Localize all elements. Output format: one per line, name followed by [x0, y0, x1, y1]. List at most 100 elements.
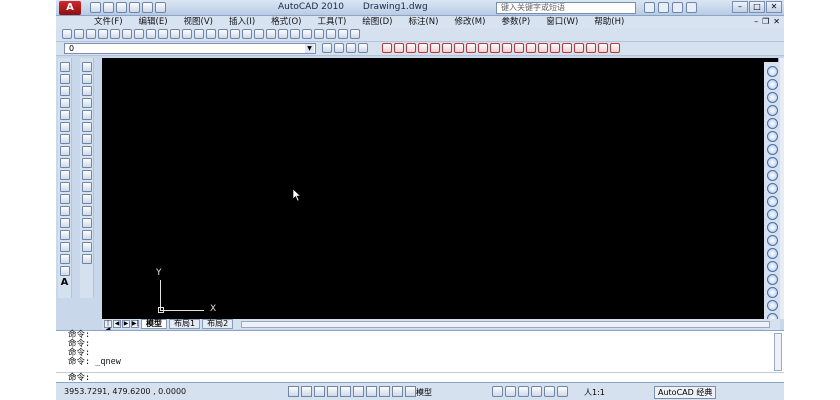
prev-tab-icon[interactable]: ◀ [113, 320, 121, 328]
3d-publish-icon[interactable] [134, 29, 144, 39]
undo-icon[interactable] [142, 2, 153, 13]
match-properties-icon[interactable] [182, 29, 192, 39]
polygon-icon[interactable] [59, 98, 70, 108]
snap-tool-icon[interactable] [766, 105, 778, 116]
grid-display-icon[interactable] [301, 386, 312, 397]
diameter-dim-icon[interactable] [454, 43, 464, 53]
copy-object-icon[interactable] [81, 74, 92, 84]
extend-icon[interactable] [81, 182, 92, 192]
close-button[interactable]: ✕ [766, 1, 782, 13]
pan-icon[interactable] [230, 29, 240, 39]
zoom-window-icon[interactable] [254, 29, 264, 39]
properties-icon[interactable] [278, 29, 288, 39]
quick-view-layouts-icon[interactable] [492, 386, 503, 397]
multiline-text-icon[interactable]: A [60, 278, 70, 288]
undo-icon[interactable] [206, 29, 216, 39]
binoculars-icon[interactable] [644, 2, 655, 13]
snap-tool-icon[interactable] [766, 274, 778, 285]
workspace-switch[interactable]: AutoCAD 经典 [654, 386, 717, 399]
zoom-previous-icon[interactable] [266, 29, 276, 39]
preview-icon[interactable] [110, 29, 120, 39]
snap-tool-icon[interactable] [766, 196, 778, 207]
maximize-button[interactable]: □ [749, 1, 765, 13]
command-scrollbar[interactable] [774, 333, 782, 371]
open-icon[interactable] [103, 2, 114, 13]
revcloud-icon[interactable] [59, 146, 70, 156]
snap-tool-icon[interactable] [766, 209, 778, 220]
markup-icon[interactable] [326, 29, 336, 39]
dim-text-edit-icon[interactable] [574, 43, 584, 53]
menu-modify[interactable]: 修改(M) [454, 16, 485, 28]
explode-icon[interactable] [81, 254, 92, 264]
make-block-icon[interactable] [59, 206, 70, 216]
dynamic-input-icon[interactable] [392, 386, 403, 397]
new-icon[interactable] [90, 2, 101, 13]
arc-length-icon[interactable] [406, 43, 416, 53]
zoom-icon[interactable] [531, 386, 542, 397]
break-icon[interactable] [81, 206, 92, 216]
menu-tools[interactable]: 工具(T) [317, 16, 346, 28]
snap-tool-icon[interactable] [766, 183, 778, 194]
minimize-button[interactable]: – [732, 1, 748, 13]
linear-dim-icon[interactable] [382, 43, 392, 53]
hatch-icon[interactable] [59, 230, 70, 240]
snap-tool-icon[interactable] [766, 170, 778, 181]
quick-view-drawings-icon[interactable] [505, 386, 516, 397]
menu-parametric[interactable]: 参数(P) [501, 16, 530, 28]
circle-icon[interactable] [59, 134, 70, 144]
open-icon[interactable] [74, 29, 84, 39]
snap-tool-icon[interactable] [766, 235, 778, 246]
gradient-icon[interactable] [59, 242, 70, 252]
magnet-icon[interactable] [610, 43, 620, 53]
table-icon[interactable] [59, 266, 70, 276]
save-icon[interactable] [116, 2, 127, 13]
construction-line-icon[interactable] [59, 74, 70, 84]
showmotion-icon[interactable] [557, 386, 568, 397]
steering-wheel-icon[interactable] [544, 386, 555, 397]
layer-unisolate-icon[interactable] [358, 43, 368, 53]
break-at-point-icon[interactable] [81, 194, 92, 204]
next-tab-icon[interactable]: ▶ [122, 320, 130, 328]
horizontal-scrollbar[interactable] [241, 320, 770, 328]
line-icon[interactable] [59, 62, 70, 72]
snap-tool-icon[interactable] [766, 118, 778, 129]
rotate-icon[interactable] [81, 134, 92, 144]
save-icon[interactable] [86, 29, 96, 39]
menu-dimension[interactable]: 标注(N) [408, 16, 438, 28]
aligned-dim-icon[interactable] [394, 43, 404, 53]
stretch-icon[interactable] [81, 158, 92, 168]
snap-tool-icon[interactable] [766, 92, 778, 103]
join-icon[interactable] [81, 218, 92, 228]
dim-edit-icon[interactable] [562, 43, 572, 53]
print-icon[interactable] [129, 2, 140, 13]
tab-layout1[interactable]: 布局1 [169, 319, 201, 329]
mirror-icon[interactable] [81, 86, 92, 96]
region-icon[interactable] [59, 254, 70, 264]
trim-icon[interactable] [81, 170, 92, 180]
menu-edit[interactable]: 编辑(E) [139, 16, 168, 28]
menu-format[interactable]: 格式(O) [271, 16, 301, 28]
menu-window[interactable]: 窗口(W) [546, 16, 578, 28]
ellipse-arc-icon[interactable] [59, 182, 70, 192]
snap-tool-icon[interactable] [766, 248, 778, 259]
tab-model[interactable]: 模型 [141, 319, 167, 329]
doc-close-button[interactable]: ✕ [773, 16, 780, 28]
object-snap-icon[interactable] [340, 386, 351, 397]
jogged-dim-icon[interactable] [442, 43, 452, 53]
command-input[interactable]: 命令: [56, 372, 784, 383]
paste-icon[interactable] [170, 29, 180, 39]
array-icon[interactable] [81, 110, 92, 120]
jogged-linear-icon[interactable] [550, 43, 560, 53]
key-icon[interactable] [658, 2, 669, 13]
tool-palettes-icon[interactable] [302, 29, 312, 39]
radius-dim-icon[interactable] [430, 43, 440, 53]
drawing-canvas[interactable]: Y X [102, 58, 778, 319]
snap-tool-icon[interactable] [766, 66, 778, 77]
block-editor-icon[interactable] [194, 29, 204, 39]
object-snap-tracking-icon[interactable] [366, 386, 377, 397]
quickcalc-icon[interactable] [338, 29, 348, 39]
angular-dim-icon[interactable] [466, 43, 476, 53]
new-icon[interactable] [62, 29, 72, 39]
ordinate-dim-icon[interactable] [418, 43, 428, 53]
ellipse-icon[interactable] [59, 170, 70, 180]
